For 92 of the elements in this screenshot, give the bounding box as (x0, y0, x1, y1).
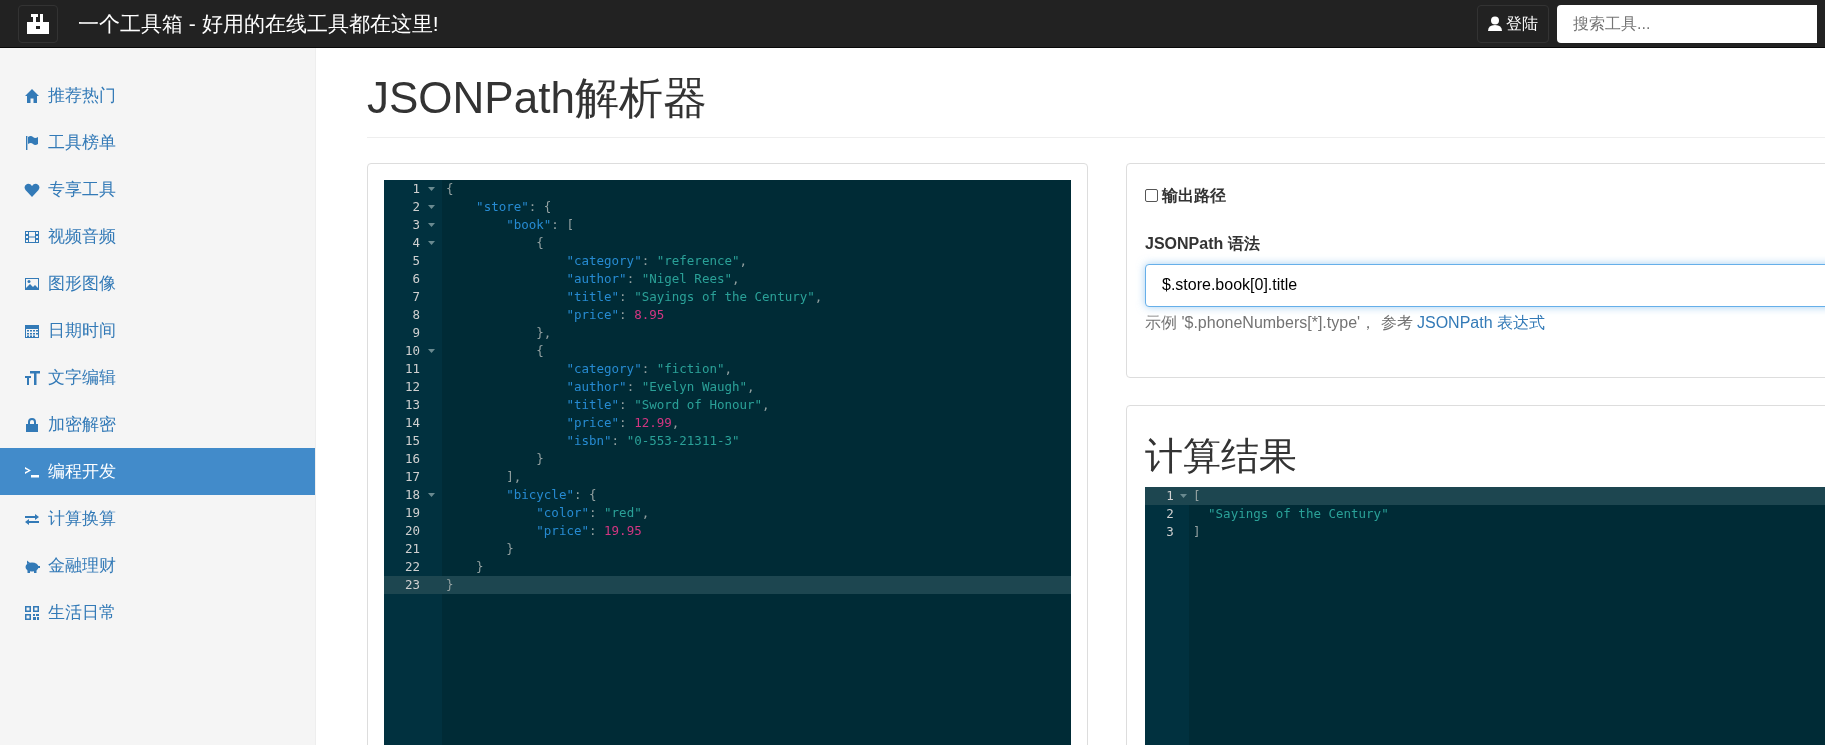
text-height-icon (24, 369, 40, 386)
line-number: 3 (1165, 523, 1175, 542)
image-icon (24, 275, 40, 292)
search-field[interactable]: 搜索工具... (1557, 4, 1817, 43)
qr-code-icon (24, 604, 40, 621)
sidebar-item[interactable]: 加密解密 (0, 401, 315, 448)
film-icon (24, 228, 40, 245)
code-line: } (505, 539, 515, 558)
line-number: 18 (403, 485, 421, 504)
line-number: 2 (411, 197, 421, 216)
sidebar-item[interactable]: 工具榜单 (0, 119, 315, 166)
code-line: "author": "Evelyn Waugh", (565, 377, 756, 396)
line-number: 14 (403, 413, 421, 432)
line-number: 9 (411, 323, 421, 342)
line-number: 20 (403, 521, 421, 540)
page-title: JSONPath解析器 (367, 72, 1825, 138)
flag-icon (24, 134, 40, 151)
line-number: 3 (411, 215, 421, 234)
line-number: 23 (403, 575, 421, 594)
reference-link[interactable]: JSONPath 表达式 (1417, 313, 1546, 331)
line-number: 8 (411, 305, 421, 324)
result-editor[interactable]: 1 2 3 [ "Sayings of the Century" ] (1145, 487, 1825, 745)
fold-arrow-icon[interactable] (427, 240, 435, 245)
line-number: 19 (403, 503, 421, 522)
login-button[interactable]: 登陆 (1477, 4, 1549, 43)
code-line: "bicycle": { (505, 485, 598, 504)
code-line: "Sayings of the Century" (1207, 505, 1390, 524)
line-number: 22 (403, 557, 421, 576)
sidebar-item[interactable]: 编程开发 (0, 448, 315, 495)
code-line: "title": "Sayings of the Century", (565, 287, 824, 306)
code-line: "category": "fiction", (565, 359, 733, 378)
code-line: "price": 8.95 (565, 305, 666, 324)
code-line: ], (505, 467, 523, 486)
line-number: 16 (403, 449, 421, 468)
line-number: 6 (411, 269, 421, 288)
user-icon (1488, 16, 1502, 31)
sidebar-item[interactable]: 推荐热门 (0, 72, 315, 119)
sidebar-item[interactable]: 计算换算 (0, 495, 315, 542)
line-number: 7 (411, 287, 421, 306)
code-line: "price": 19.95 (535, 521, 643, 540)
line-number: 21 (403, 539, 421, 558)
line-number: 5 (411, 251, 421, 270)
sidebar-item[interactable]: 视频音频 (0, 213, 315, 260)
sidebar-item[interactable]: 金融理财 (0, 542, 315, 589)
line-number: 11 (403, 359, 421, 378)
sidebar-item[interactable]: 生活日常 (0, 589, 315, 636)
code-line: "store": { (475, 197, 553, 216)
code-line: "price": 12.99, (565, 413, 681, 432)
fold-arrow-icon[interactable] (427, 348, 435, 353)
syntax-label: JSONPath 语法 (1145, 233, 1261, 254)
line-number: 4 (411, 233, 421, 252)
heart-icon (24, 181, 40, 198)
line-number: 1 (411, 179, 421, 198)
code-line: "category": "reference", (565, 251, 749, 270)
fold-arrow-icon[interactable] (427, 492, 435, 497)
code-line: "author": "Nigel Rees", (565, 269, 741, 288)
line-number: 2 (1165, 505, 1175, 524)
code-line: { (535, 341, 545, 360)
jsonpath-input[interactable]: $.store.book[0].title (1145, 263, 1825, 307)
line-number: 17 (403, 467, 421, 486)
fold-arrow-icon[interactable] (1179, 494, 1187, 499)
code-line: "book": [ (505, 215, 575, 234)
code-line: "title": "Sword of Honour", (565, 395, 771, 414)
example-hint: 示例 '$.phoneNumbers[*].type'， 参考 JSONPath 表达式 (1145, 312, 1547, 333)
code-line: } (535, 449, 545, 468)
output-path-label: 输出路径 (1162, 185, 1226, 206)
code-line: "color": "red", (535, 503, 651, 522)
sidebar-item[interactable]: 图形图像 (0, 260, 315, 307)
code-line: }, (535, 323, 553, 342)
home-icon (24, 87, 40, 104)
line-number: 1 (1165, 487, 1175, 506)
line-number: 12 (403, 377, 421, 396)
code-line: } (475, 557, 485, 576)
logo-icon[interactable] (18, 4, 58, 43)
line-number: 15 (403, 431, 421, 450)
sidebar-item[interactable]: 日期时间 (0, 307, 315, 354)
calendar-icon (24, 322, 40, 339)
result-title: 计算结果 (1145, 433, 1298, 479)
site-title[interactable]: 一个工具箱 - 好用的在线工具都在这里! (78, 7, 439, 40)
output-path-checkbox[interactable] (1145, 189, 1158, 203)
line-number: 10 (403, 341, 421, 360)
sidebar-item[interactable]: 专享工具 (0, 166, 315, 213)
code-line: { (445, 179, 455, 198)
line-number: 13 (403, 395, 421, 414)
sidebar-item[interactable]: 文字编辑 (0, 354, 315, 401)
fold-arrow-icon[interactable] (427, 222, 435, 227)
code-line: ] (1192, 523, 1202, 542)
lock-icon (24, 416, 40, 433)
fold-arrow-icon[interactable] (427, 186, 435, 191)
code-line: "isbn": "0-553-21311-3" (565, 431, 741, 450)
code-line: { (535, 233, 545, 252)
fold-arrow-icon[interactable] (427, 204, 435, 209)
